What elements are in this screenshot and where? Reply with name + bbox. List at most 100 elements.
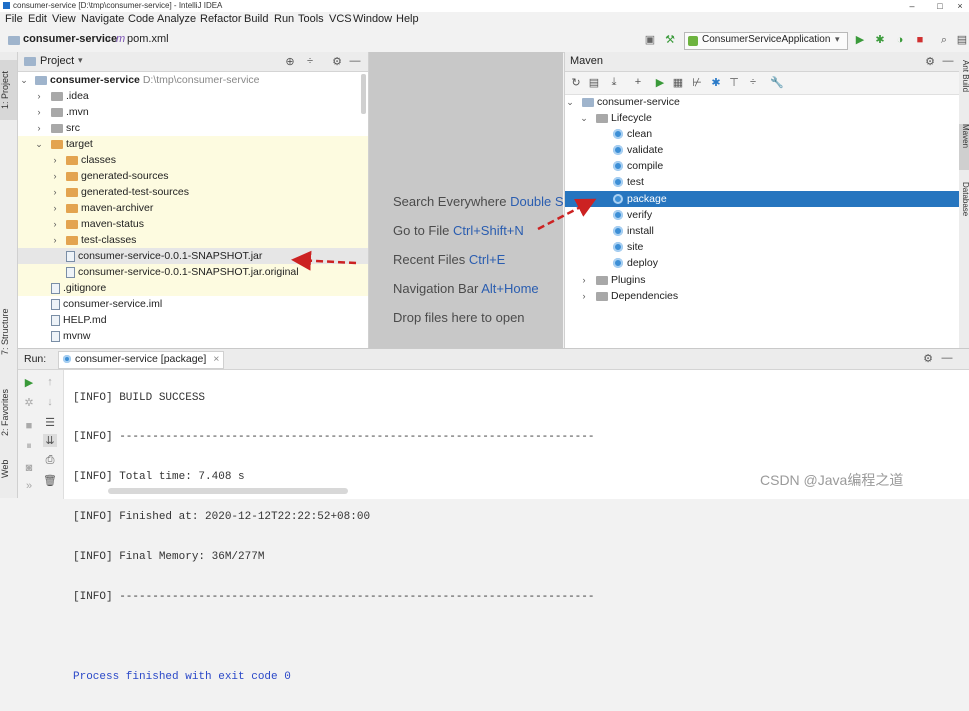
menu-file[interactable]: File bbox=[5, 13, 23, 25]
reload-icon[interactable]: ↻ bbox=[569, 76, 583, 89]
tree-item-mvnw[interactable]: mvnw bbox=[18, 328, 368, 344]
horizontal-scrollbar[interactable] bbox=[108, 488, 348, 494]
menu-build[interactable]: Build bbox=[244, 13, 268, 25]
tree-item-iml[interactable]: consumer-service.iml bbox=[18, 296, 368, 312]
tree-item-idea[interactable]: › .idea bbox=[18, 88, 368, 104]
menu-vcs[interactable]: VCS bbox=[329, 13, 352, 25]
menu-navigate[interactable]: Navigate bbox=[81, 13, 124, 25]
rerun-icon[interactable]: ▶ bbox=[22, 376, 36, 389]
collapse-icon[interactable]: ÷ bbox=[303, 55, 317, 67]
arrow-down-icon[interactable]: ↓ bbox=[43, 396, 57, 408]
collapse-all-icon[interactable]: ÷ bbox=[746, 76, 760, 88]
skip-tests-icon[interactable]: ⊬ bbox=[690, 76, 704, 89]
show-dependencies-icon[interactable]: ⊤ bbox=[727, 76, 741, 89]
breadcrumb-project[interactable]: consumer-service bbox=[23, 33, 117, 45]
trash-icon[interactable]: 🗑 bbox=[43, 474, 57, 487]
tab-project[interactable]: 1: Project bbox=[0, 60, 17, 120]
menu-run[interactable]: Run bbox=[274, 13, 294, 25]
hide-icon[interactable]: — bbox=[348, 55, 362, 67]
hide-icon[interactable]: — bbox=[940, 352, 954, 364]
menu-tools[interactable]: Tools bbox=[298, 13, 324, 25]
build-hammer-icon[interactable]: ⚒ bbox=[662, 32, 678, 48]
gear-icon[interactable]: ⚙ bbox=[923, 55, 937, 68]
tree-item-jar-original[interactable]: consumer-service-0.0.1-SNAPSHOT.jar.orig… bbox=[18, 264, 368, 280]
chevron-down-icon[interactable]: ▾ bbox=[78, 55, 83, 66]
gear-icon[interactable]: ⚙ bbox=[921, 352, 935, 365]
menu-window[interactable]: Window bbox=[353, 13, 392, 25]
tree-item-maven-archiver[interactable]: › maven-archiver bbox=[18, 200, 368, 216]
maven-dependencies[interactable]: › Dependencies bbox=[565, 288, 959, 304]
maven-goal-install[interactable]: install bbox=[565, 223, 959, 239]
tree-item-src[interactable]: › src bbox=[18, 120, 368, 136]
generate-sources-icon[interactable]: ▤ bbox=[587, 76, 601, 89]
coverage-icon[interactable]: ◑ bbox=[892, 32, 908, 48]
maven-goal-validate[interactable]: validate bbox=[565, 142, 959, 158]
menu-refactor[interactable]: Refactor bbox=[200, 13, 242, 25]
stop-icon[interactable]: ■ bbox=[912, 32, 928, 48]
maven-goal-site[interactable]: site bbox=[565, 239, 959, 255]
close-button[interactable]: × bbox=[948, 0, 969, 12]
menu-code[interactable]: Code bbox=[128, 13, 154, 25]
pause-icon[interactable]: ⏸ bbox=[22, 440, 36, 453]
wrench-icon[interactable]: 🔧 bbox=[770, 76, 784, 89]
tree-item-maven-status[interactable]: › maven-status bbox=[18, 216, 368, 232]
close-icon[interactable]: × bbox=[213, 353, 219, 365]
run-icon[interactable]: ▶ bbox=[653, 76, 667, 89]
print-icon[interactable]: ⎙ bbox=[43, 454, 57, 467]
camera-icon[interactable]: ◙ bbox=[22, 462, 36, 474]
toggle-offline-icon[interactable]: ▦ bbox=[671, 76, 685, 89]
tree-item-jar[interactable]: consumer-service-0.0.1-SNAPSHOT.jar bbox=[18, 248, 368, 264]
download-icon[interactable]: ⤓ bbox=[607, 76, 621, 89]
maven-goal-deploy[interactable]: deploy bbox=[565, 255, 959, 271]
tree-item-target[interactable]: ⌄ target bbox=[18, 136, 368, 152]
run-tab[interactable]: consumer-service [package] × bbox=[58, 351, 225, 369]
debug-icon[interactable]: ✱ bbox=[872, 32, 888, 48]
tab-web[interactable]: Web bbox=[0, 452, 17, 486]
settings-icon[interactable]: ▤ bbox=[954, 32, 969, 48]
tab-favorites[interactable]: 2: Favorites bbox=[0, 382, 17, 442]
maven-plugins[interactable]: › Plugins bbox=[565, 272, 959, 288]
locate-icon[interactable]: ⊕ bbox=[283, 55, 297, 68]
run-configuration-select[interactable]: ConsumerServiceApplication ▾ bbox=[684, 32, 848, 50]
tab-structure[interactable]: 7: Structure bbox=[0, 302, 17, 362]
tree-item-generated-test-sources[interactable]: › generated-test-sources bbox=[18, 184, 368, 200]
tab-database[interactable]: Database bbox=[959, 182, 969, 232]
scroll-to-end-icon[interactable]: ⇊ bbox=[43, 434, 57, 447]
menu-analyze[interactable]: Analyze bbox=[157, 13, 196, 25]
maven-project[interactable]: ⌄ consumer-service bbox=[565, 94, 959, 110]
hide-icon[interactable]: — bbox=[941, 55, 955, 67]
soft-wrap-icon[interactable]: ☰ bbox=[43, 416, 57, 429]
debug-icon[interactable]: ✲ bbox=[22, 396, 36, 409]
stop-icon[interactable]: ■ bbox=[22, 420, 36, 432]
maven-goal-test[interactable]: test bbox=[565, 174, 959, 190]
tree-item-mvn[interactable]: › .mvn bbox=[18, 104, 368, 120]
maven-goal-clean[interactable]: clean bbox=[565, 126, 959, 142]
console-exit-line: Process finished with exit code 0 bbox=[73, 670, 291, 683]
tree-item-gitignore[interactable]: .gitignore bbox=[18, 280, 368, 296]
gear-icon[interactable]: ⚙ bbox=[330, 55, 344, 68]
tree-item-classes[interactable]: › classes bbox=[18, 152, 368, 168]
project-view-label[interactable]: Project bbox=[40, 55, 74, 67]
execute-goal-icon[interactable]: ✱ bbox=[709, 76, 723, 89]
more-icon[interactable]: » bbox=[22, 480, 36, 492]
maven-goal-verify[interactable]: verify bbox=[565, 207, 959, 223]
scrollbar[interactable] bbox=[361, 74, 366, 114]
maven-lifecycle[interactable]: ⌄ Lifecycle bbox=[565, 110, 959, 126]
build-structure-icon[interactable]: ▣ bbox=[642, 32, 658, 48]
maven-goal-compile[interactable]: compile bbox=[565, 158, 959, 174]
run-icon[interactable]: ▶ bbox=[852, 32, 868, 48]
tab-maven[interactable]: Maven bbox=[959, 124, 969, 170]
tree-item-test-classes[interactable]: › test-classes bbox=[18, 232, 368, 248]
menu-edit[interactable]: Edit bbox=[28, 13, 47, 25]
arrow-up-icon[interactable]: ↑ bbox=[43, 376, 57, 388]
menu-view[interactable]: View bbox=[52, 13, 76, 25]
tab-ant-build[interactable]: Ant Build bbox=[959, 60, 969, 116]
maven-goal-package[interactable]: package bbox=[565, 191, 959, 207]
tree-item-generated-sources[interactable]: › generated-sources bbox=[18, 168, 368, 184]
search-icon[interactable]: ⌕ bbox=[936, 32, 952, 48]
menu-help[interactable]: Help bbox=[396, 13, 419, 25]
minimize-button[interactable]: – bbox=[900, 0, 924, 12]
tree-item-help[interactable]: HELP.md bbox=[18, 312, 368, 328]
breadcrumb-file[interactable]: pom.xml bbox=[127, 33, 169, 45]
add-icon[interactable]: + bbox=[631, 76, 645, 88]
